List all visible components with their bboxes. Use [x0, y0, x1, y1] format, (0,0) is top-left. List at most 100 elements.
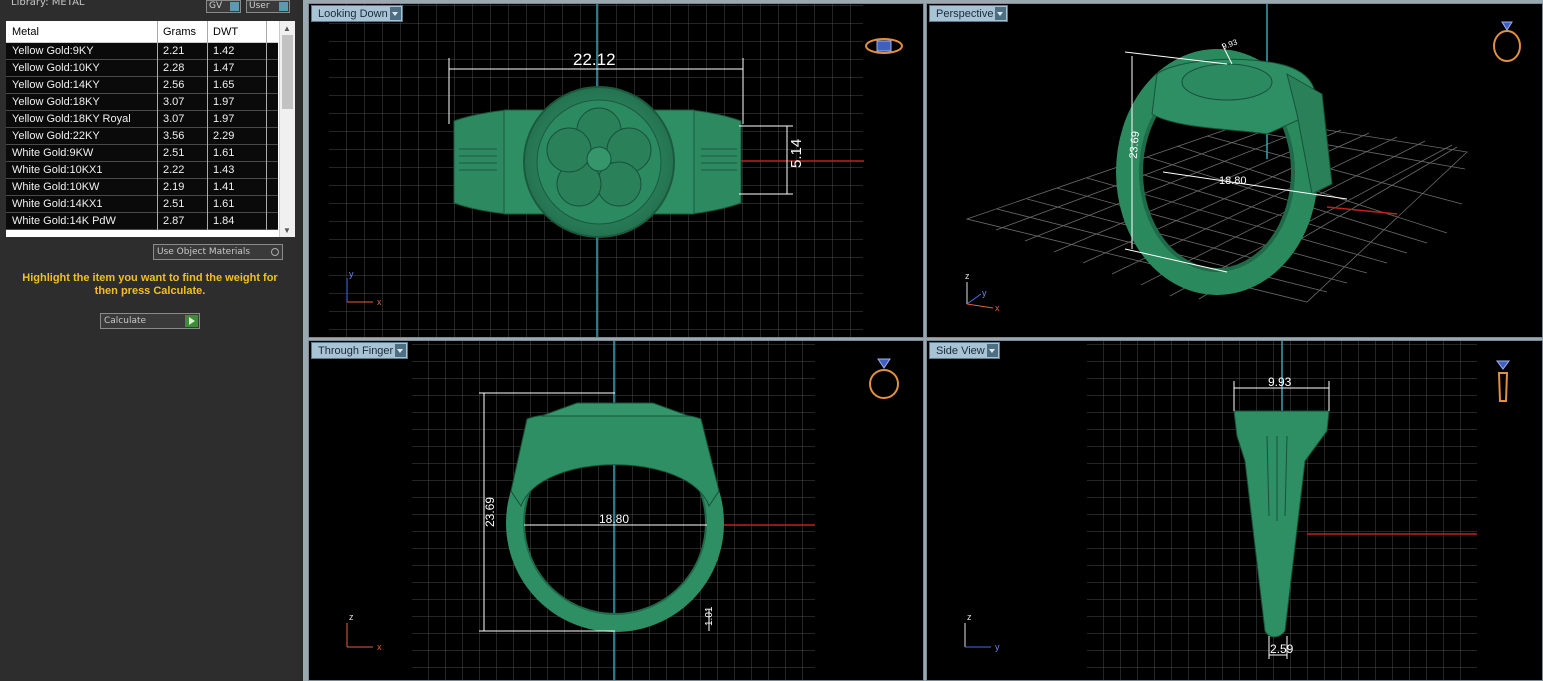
dimension-bottom-width: 2.59	[1270, 642, 1294, 656]
axis-label-y: y	[995, 642, 1000, 652]
column-header-metal[interactable]: Metal	[6, 21, 158, 43]
viewport-label-text: Through Finger	[318, 345, 394, 357]
metal-cell: Yellow Gold:18KY Royal	[6, 111, 158, 128]
table-row[interactable]: White Gold:9KW 2.51 1.61	[6, 145, 278, 162]
use-object-materials-label: Use Object Materials	[157, 247, 251, 257]
grams-cell: 2.21	[158, 43, 208, 60]
axis-label-x: x	[377, 642, 382, 652]
perspective-canvas[interactable]: 23.69 18.80 9.93 z y x	[927, 4, 1543, 338]
metal-weight-table: Metal Grams DWT Yellow Gold:9KY 2.21 1.42 Y…	[6, 21, 295, 237]
metal-cell: Yellow Gold:10KY	[6, 60, 158, 77]
viewport-through-finger[interactable]: 23.69 18.80 1.01 z x Through Finger	[308, 340, 924, 681]
viewport-perspective[interactable]: 23.69 18.80 9.93 z y x Perspective	[926, 3, 1543, 338]
axis-triad: z x	[346, 612, 382, 652]
viewport-looking-down[interactable]: 22.12 5.14 y x Looking Down	[308, 3, 924, 338]
metal-cell: White Gold:10KX1	[6, 162, 158, 179]
ring-preview-icon[interactable]	[869, 358, 899, 399]
dimension-inner: 18.80	[599, 512, 629, 526]
library-title: Library: METAL	[11, 0, 85, 8]
ring-preview-icon[interactable]	[865, 38, 903, 54]
dropdown-arrow-icon[interactable]	[986, 344, 998, 357]
axis-triad: z y	[964, 612, 1000, 652]
dimension-height: 23.69	[483, 497, 497, 527]
metal-cell: White Gold:14K PdW	[6, 213, 158, 230]
dwt-cell: 1.42	[208, 43, 267, 60]
table-row[interactable]: Yellow Gold:18KY 3.07 1.97	[6, 94, 278, 111]
viewport-label-side-view[interactable]: Side View	[929, 342, 1000, 359]
table-row[interactable]: White Gold:10KW 2.19 1.41	[6, 179, 278, 196]
gv-toggle-button[interactable]: GV	[206, 0, 241, 13]
grams-cell: 2.56	[158, 77, 208, 94]
axis-label-y: y	[982, 288, 987, 298]
dropdown-arrow-icon[interactable]	[395, 344, 407, 357]
scroll-down-arrow-icon[interactable]: ▼	[283, 226, 291, 235]
dropdown-arrow-icon[interactable]	[389, 7, 401, 20]
dwt-cell: 1.65	[208, 77, 267, 94]
use-object-materials-button[interactable]: Use Object Materials	[153, 244, 283, 260]
radio-circle-icon	[271, 248, 279, 256]
toggle-square-icon	[230, 2, 239, 11]
dimension-inner: 18.80	[1219, 175, 1247, 187]
dwt-cell: 1.47	[208, 60, 267, 77]
grams-cell: 2.28	[158, 60, 208, 77]
scroll-up-arrow-icon[interactable]: ▲	[283, 24, 291, 33]
dimension-height: 23.69	[1128, 131, 1142, 159]
flower-center	[586, 146, 612, 172]
metal-cell: White Gold:14KX1	[6, 196, 158, 213]
viewport-label-text: Side View	[936, 345, 985, 357]
table-scrollbar[interactable]: ▲ ▼	[279, 21, 295, 237]
dropdown-arrow-icon[interactable]	[995, 7, 1007, 20]
user-toggle-button[interactable]: User	[246, 0, 290, 13]
scroll-thumb[interactable]	[282, 35, 293, 109]
dwt-cell: 1.97	[208, 111, 267, 128]
through-finger-canvas[interactable]: 23.69 18.80 1.01 z x	[309, 341, 924, 681]
axis-label-z: z	[349, 612, 354, 622]
metal-cell: Yellow Gold:18KY	[6, 94, 158, 111]
viewport-label-through-finger[interactable]: Through Finger	[311, 342, 409, 359]
dwt-cell: 1.61	[208, 196, 267, 213]
viewport-label-text: Perspective	[936, 8, 994, 20]
grams-cell: 2.22	[158, 162, 208, 179]
gv-label: GV	[209, 1, 223, 11]
ring-preview-icon[interactable]	[1493, 21, 1521, 62]
metal-cell: Yellow Gold:14KY	[6, 77, 158, 94]
grams-cell: 2.87	[158, 213, 208, 230]
metal-cell: Yellow Gold:9KY	[6, 43, 158, 60]
viewport-label-looking-down[interactable]: Looking Down	[311, 5, 403, 22]
ring-bezel	[1181, 63, 1273, 101]
looking-down-canvas[interactable]: 22.12 5.14 y x	[309, 4, 924, 338]
dimension-top-width: 9.93	[1268, 375, 1292, 389]
dimension-height: 5.14	[788, 139, 805, 168]
table-row[interactable]: Yellow Gold:14KY 2.56 1.65	[6, 77, 278, 94]
table-row[interactable]: Yellow Gold:22KY 3.56 2.29	[6, 128, 278, 145]
table-row[interactable]: Yellow Gold:9KY 2.21 1.42	[6, 43, 278, 60]
side-view-canvas[interactable]: 9.93 2.59 z y	[927, 341, 1543, 681]
dwt-cell: 2.29	[208, 128, 267, 145]
table-row[interactable]: White Gold:14K PdW 2.87 1.84	[6, 213, 278, 230]
grams-cell: 2.19	[158, 179, 208, 196]
table-row[interactable]: Yellow Gold:10KY 2.28 1.47	[6, 60, 278, 77]
grams-cell: 2.51	[158, 145, 208, 162]
calculate-button[interactable]: Calculate	[100, 313, 200, 329]
grams-cell: 3.07	[158, 94, 208, 111]
column-header-dwt[interactable]: DWT	[208, 21, 267, 43]
calculate-label: Calculate	[104, 316, 147, 326]
table-row[interactable]: Yellow Gold:18KY Royal 3.07 1.97	[6, 111, 278, 128]
axis-label-x: x	[377, 297, 382, 307]
metal-cell: Yellow Gold:22KY	[6, 128, 158, 145]
viewport-side-view[interactable]: 9.93 2.59 z y Side View	[926, 340, 1543, 681]
axis-label-y: y	[349, 269, 354, 279]
grams-cell: 3.56	[158, 128, 208, 145]
dimension-width: 22.12	[573, 50, 616, 69]
table-row[interactable]: White Gold:14KX1 2.51 1.61	[6, 196, 278, 213]
table-header-row: Metal Grams DWT	[6, 21, 278, 43]
ring-preview-icon[interactable]	[1496, 360, 1510, 402]
dwt-cell: 1.41	[208, 179, 267, 196]
dimension-top: 9.93	[1221, 37, 1239, 51]
viewport-label-perspective[interactable]: Perspective	[929, 5, 1009, 22]
table-row[interactable]: White Gold:10KX1 2.22 1.43	[6, 162, 278, 179]
axis-label-z: z	[965, 271, 970, 281]
column-header-grams[interactable]: Grams	[158, 21, 208, 43]
dwt-cell: 1.43	[208, 162, 267, 179]
dwt-cell: 1.61	[208, 145, 267, 162]
